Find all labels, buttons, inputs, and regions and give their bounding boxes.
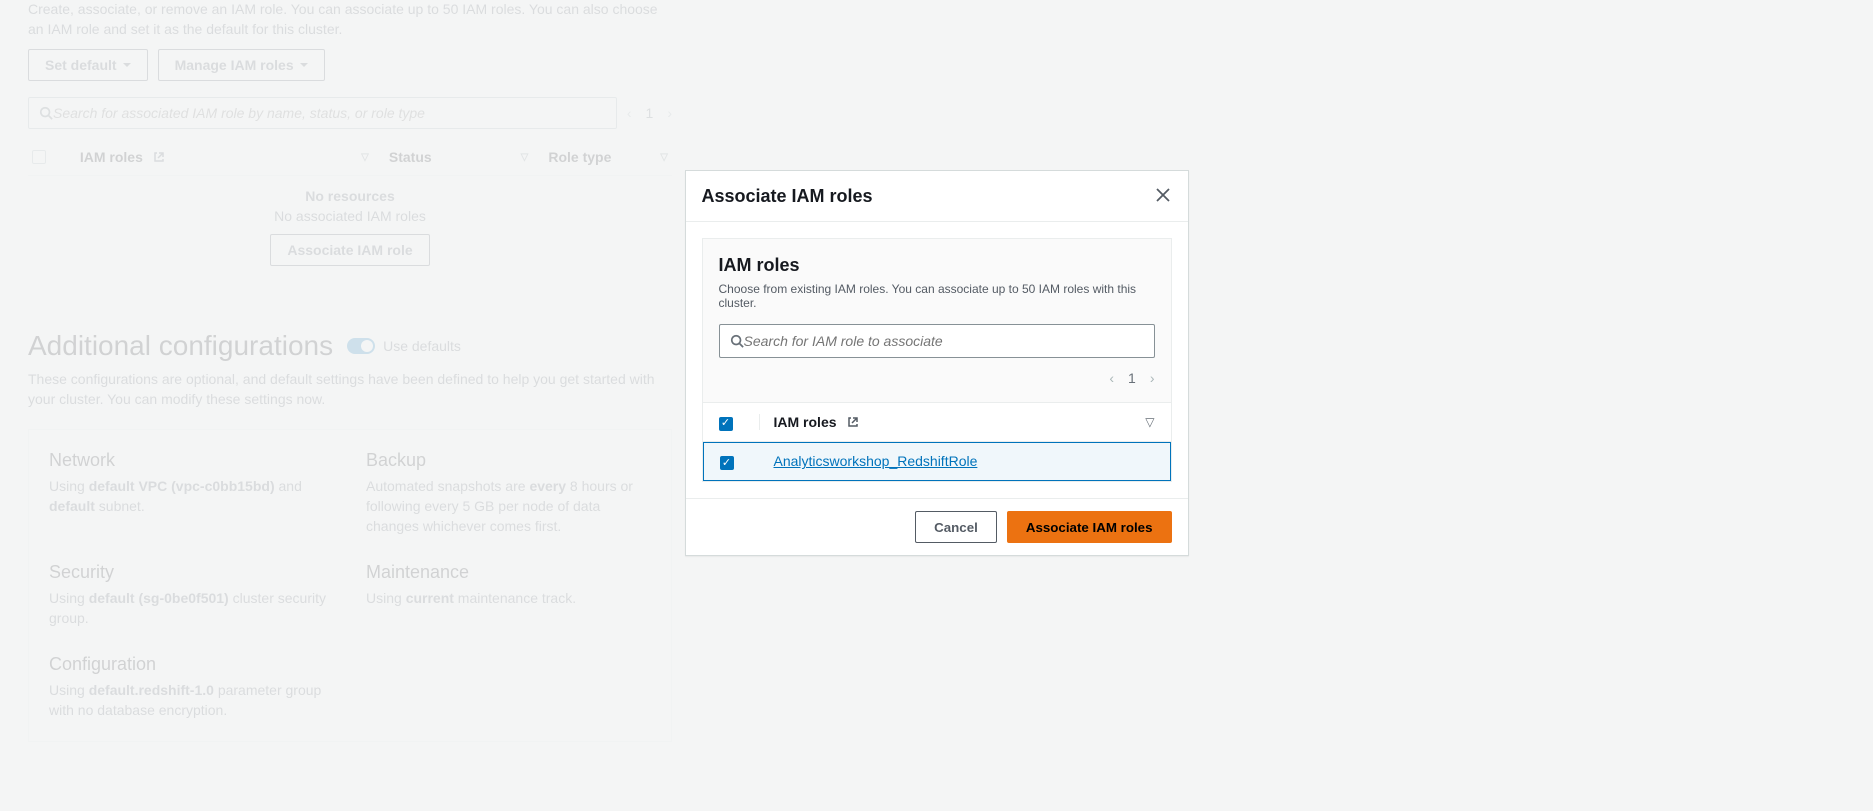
modal-role-row[interactable]: ✓ Analyticsworkshop_RedshiftRole <box>703 442 1171 482</box>
modal-search-box[interactable] <box>719 324 1155 358</box>
external-link-icon <box>847 416 859 428</box>
associate-iam-roles-modal: Associate IAM roles IAM roles Choose fro… <box>685 170 1189 556</box>
checkbox-checked-icon: ✓ <box>719 417 733 431</box>
modal-row-checkbox[interactable]: ✓ <box>720 453 760 471</box>
modal-table-header: ✓ IAM roles ▽ <box>703 403 1171 442</box>
chevron-right-icon[interactable]: › <box>1150 370 1155 386</box>
modal-pager: ‹ 1 › <box>1109 370 1154 386</box>
cancel-button[interactable]: Cancel <box>915 511 997 543</box>
search-icon <box>730 334 744 348</box>
modal-inner-top: IAM roles Choose from existing IAM roles… <box>703 239 1171 403</box>
modal-header: Associate IAM roles <box>686 171 1188 222</box>
modal-footer: Cancel Associate IAM roles <box>686 498 1188 555</box>
modal-select-all-checkbox[interactable]: ✓ <box>719 413 759 431</box>
close-icon[interactable] <box>1154 185 1172 207</box>
modal-inner-description: Choose from existing IAM roles. You can … <box>719 282 1155 310</box>
modal-pager-page: 1 <box>1128 370 1136 386</box>
modal-column-iam-roles[interactable]: IAM roles <box>759 414 1127 430</box>
modal-title: Associate IAM roles <box>702 186 873 207</box>
modal-role-name-cell: Analyticsworkshop_RedshiftRole <box>760 453 1154 469</box>
modal-inner-title: IAM roles <box>719 255 1155 276</box>
chevron-left-icon[interactable]: ‹ <box>1109 370 1114 386</box>
modal-role-link[interactable]: Analyticsworkshop_RedshiftRole <box>774 453 978 469</box>
modal-inner-card: IAM roles Choose from existing IAM roles… <box>702 238 1172 482</box>
checkbox-checked-icon: ✓ <box>720 456 734 470</box>
modal-search-input[interactable] <box>744 333 1144 349</box>
modal-overlay: Associate IAM roles IAM roles Choose fro… <box>0 0 1873 811</box>
modal-pager-row: ‹ 1 › <box>719 370 1155 386</box>
sort-icon[interactable]: ▽ <box>1127 415 1155 429</box>
modal-body: IAM roles Choose from existing IAM roles… <box>686 222 1188 498</box>
associate-iam-roles-button[interactable]: Associate IAM roles <box>1007 511 1172 543</box>
